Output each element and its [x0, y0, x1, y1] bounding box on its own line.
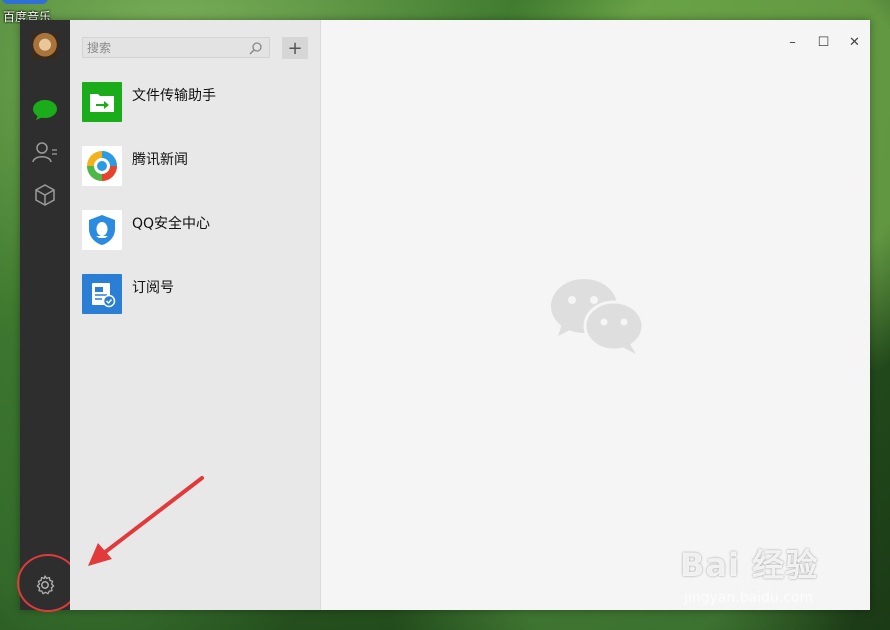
- annotation-arrow: [88, 476, 204, 566]
- baidu-watermark: Bai 经验: [680, 546, 819, 584]
- baidu-watermark-url: jingyan.baidu.com: [684, 590, 814, 606]
